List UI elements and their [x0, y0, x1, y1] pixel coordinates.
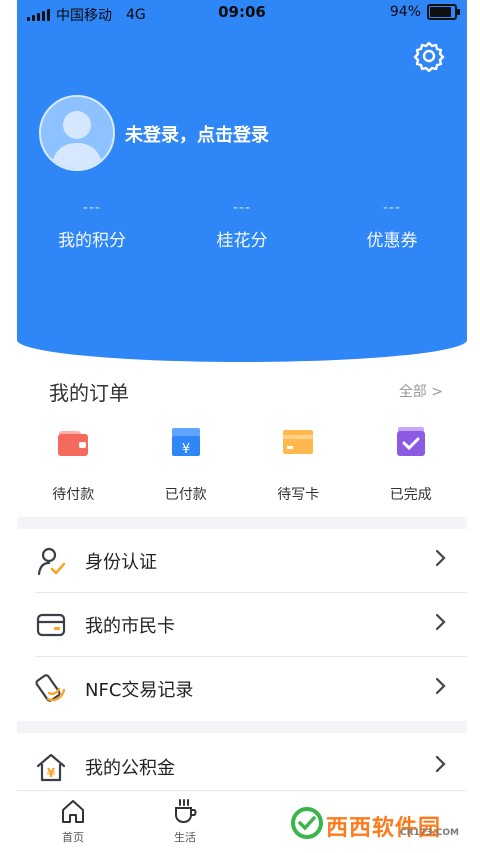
menu-label: 我的市民卡 [85, 616, 175, 637]
stat-value: --- [232, 200, 252, 216]
coffee-icon [175, 799, 197, 824]
profile-header: 中国移动 4G 09:06 94% 未登录，点击登录 --- 我的积分 --- … [17, 0, 467, 362]
order-pending-payment[interactable]: 待付款 [17, 424, 130, 504]
menu-label: 我的公积金 [85, 758, 175, 779]
section-divider [17, 517, 467, 529]
stat-points[interactable]: --- 我的积分 [17, 200, 167, 251]
battery-percent: 94% [389, 4, 421, 20]
watermark-subtext: CR173.COM [400, 828, 459, 838]
login-prompt[interactable]: 未登录，点击登录 [125, 121, 269, 147]
chevron-right-icon [435, 677, 446, 695]
order-status-row: 待付款 ¥ 已付款 待写卡 已完成 [17, 424, 467, 504]
stat-label: 桂花分 [216, 231, 268, 251]
card-icon [283, 430, 314, 454]
home-icon [62, 800, 84, 823]
chevron-right-icon [435, 613, 446, 631]
citizen-card-icon [36, 613, 66, 637]
order-label: 待写卡 [277, 487, 320, 503]
status-bar: 中国移动 4G 09:06 94% [17, 0, 467, 26]
menu-label: 身份认证 [85, 552, 157, 573]
stat-osmanthus[interactable]: --- 桂花分 [167, 200, 317, 251]
watermark: 西西软件园 CR173.COM [290, 800, 460, 846]
wallet-icon [58, 431, 89, 456]
user-check-icon [37, 547, 66, 576]
app-screen: 中国移动 4G 09:06 94% 未登录，点击登录 --- 我的积分 --- … [17, 0, 467, 853]
menu-label: NFC交易记录 [85, 680, 194, 701]
tab-label: 生活 [174, 831, 196, 844]
svg-text:¥: ¥ [182, 442, 190, 457]
stats-row: --- 我的积分 --- 桂花分 --- 优惠券 [17, 200, 467, 251]
order-label: 已付款 [164, 487, 207, 503]
menu-identity-verification[interactable]: 身份认证 [17, 529, 467, 593]
tab-label: 首页 [62, 831, 84, 844]
stat-value: --- [82, 200, 102, 216]
order-to-write-card[interactable]: 待写卡 [242, 424, 355, 504]
menu-citizen-card[interactable]: 我的市民卡 [17, 593, 467, 657]
chevron-right-icon [435, 549, 446, 567]
check-icon [396, 427, 425, 456]
chevron-right-icon [435, 755, 446, 773]
orders-title: 我的订单 [49, 381, 129, 405]
menu-nfc-records[interactable]: NFC交易记录 [17, 657, 467, 721]
order-paid[interactable]: ¥ 已付款 [130, 424, 243, 504]
nfc-icon [35, 674, 66, 702]
order-label: 待付款 [52, 487, 95, 503]
stat-coupons[interactable]: --- 优惠券 [317, 200, 467, 251]
orders-header: 我的订单 全部 > [17, 372, 467, 408]
tab-home[interactable]: 首页 [43, 797, 103, 845]
orders-all-link[interactable]: 全部 > [399, 381, 443, 401]
order-label: 已完成 [389, 487, 432, 503]
house-fund-icon: ¥ [36, 753, 66, 782]
stat-label: 优惠券 [366, 231, 418, 251]
stat-value: --- [382, 200, 402, 216]
settings-gear-icon[interactable] [413, 40, 445, 72]
watermark-logo-icon [291, 807, 323, 839]
order-completed[interactable]: 已完成 [355, 424, 468, 504]
tab-life[interactable]: 生活 [155, 797, 215, 845]
yen-box-icon: ¥ [171, 428, 200, 457]
person-silhouette-icon [51, 111, 103, 169]
avatar[interactable] [39, 95, 115, 171]
svg-text:¥: ¥ [47, 766, 56, 780]
stat-label: 我的积分 [58, 231, 126, 251]
battery-icon [427, 4, 460, 20]
section-divider [17, 721, 467, 733]
